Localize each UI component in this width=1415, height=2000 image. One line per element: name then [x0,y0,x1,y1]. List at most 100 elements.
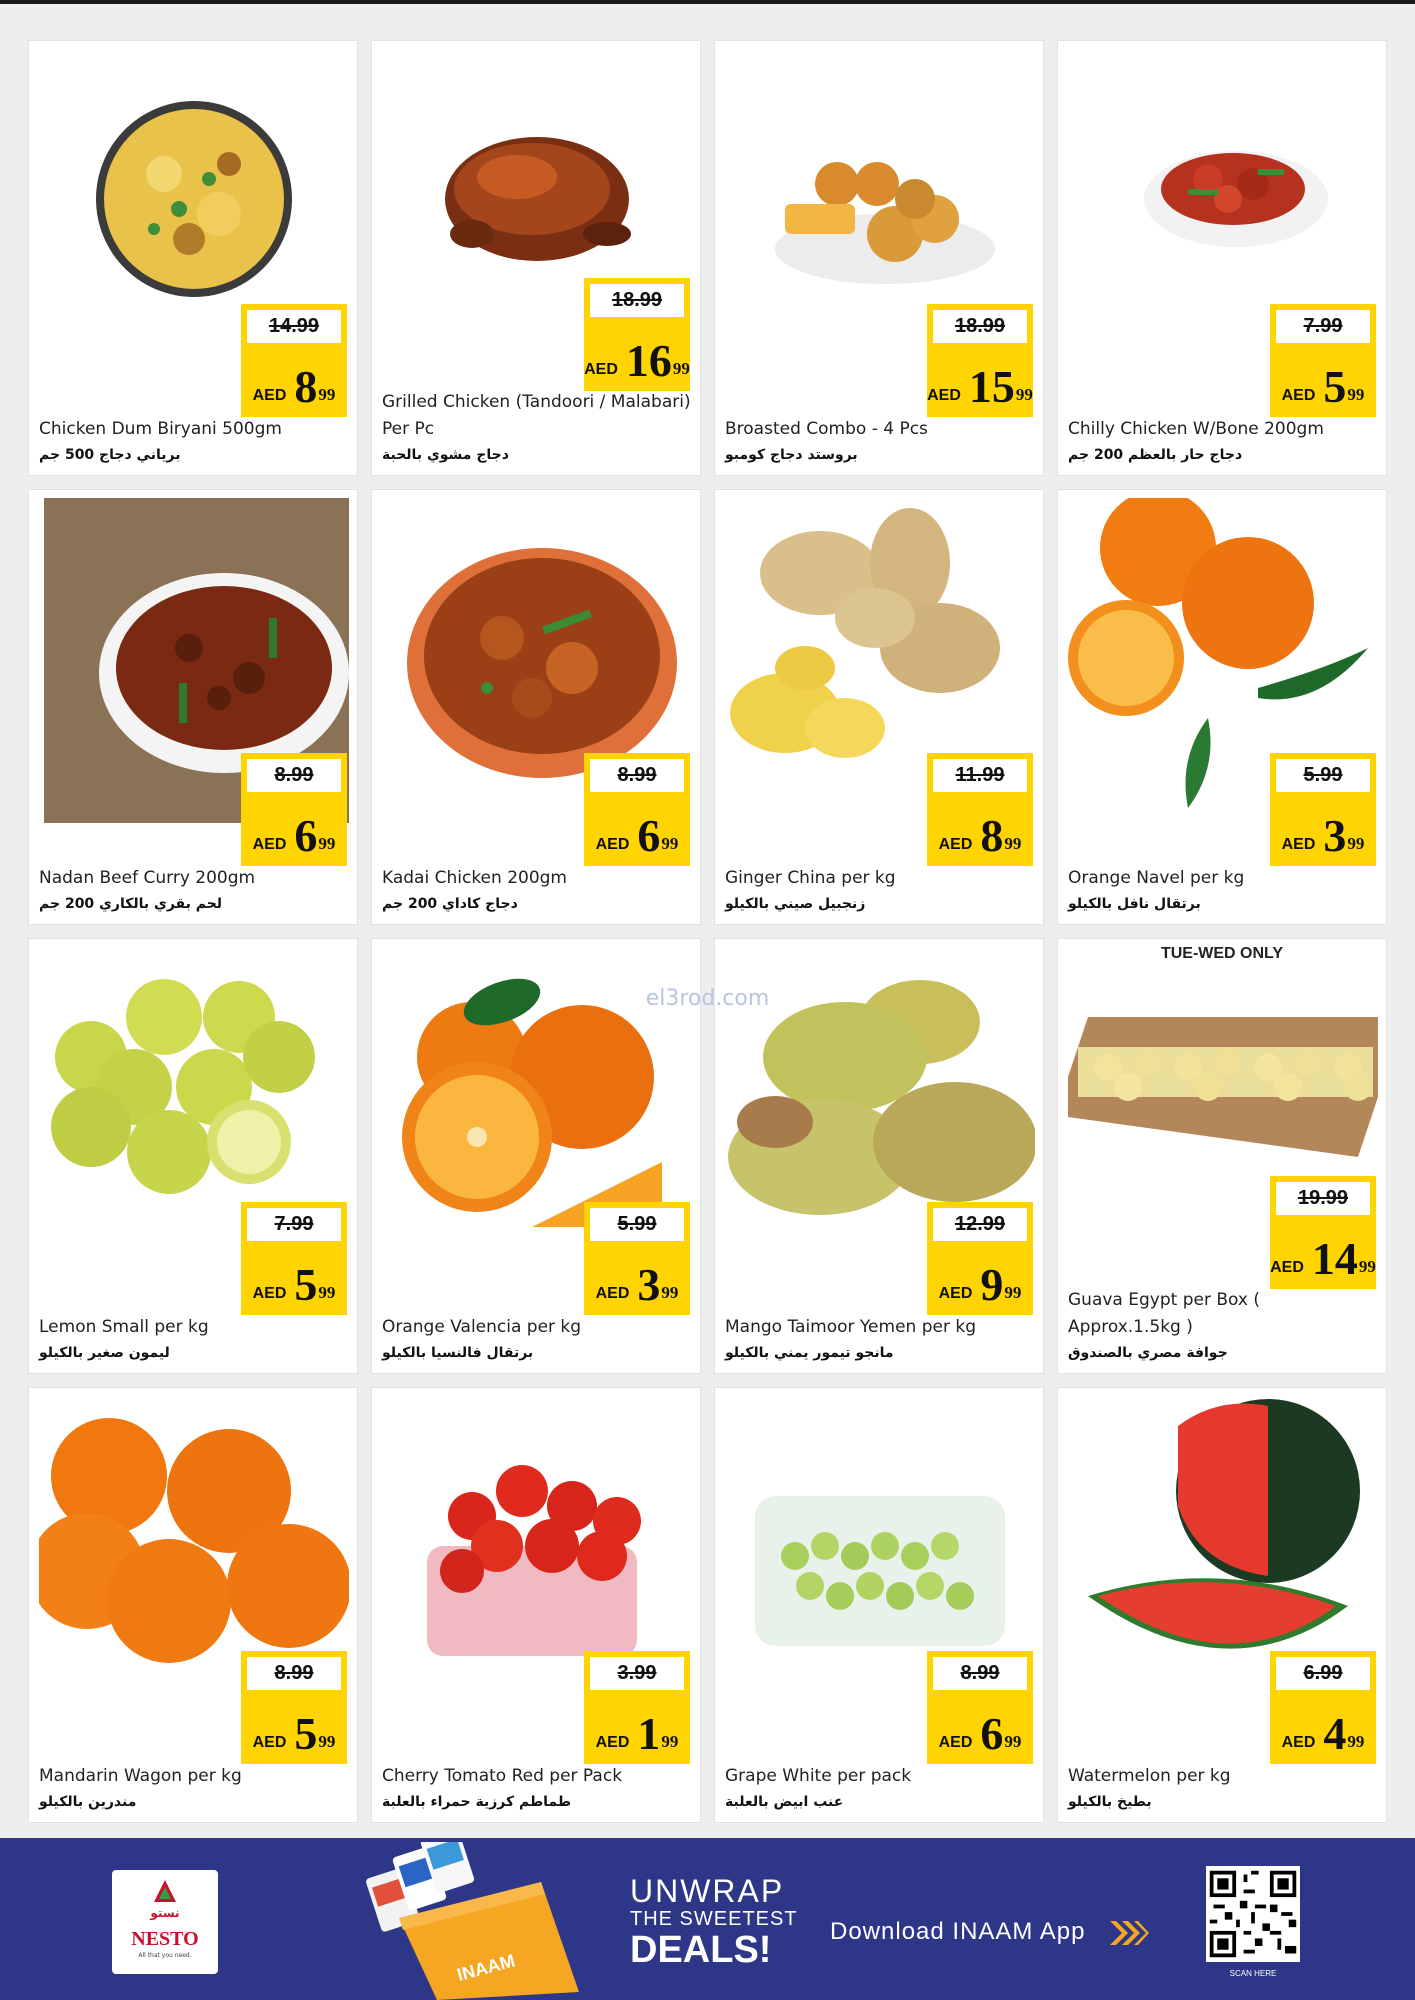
product-name-ar: طماطم كرزية حمراء بالعلبة [382,1794,572,1810]
price-tag: 12.99 AED 9 99 [927,1202,1033,1315]
product-name-en: Ginger China per kg [725,868,896,888]
price-integer: 5 [1323,361,1347,412]
new-price: AED 6 99 [241,813,347,859]
old-price: 3.99 [590,1657,684,1690]
old-price: 18.99 [933,310,1027,343]
top-border [0,0,1415,4]
promo-banner: نستو NESTO All that you need. INAAM UNWR… [0,1838,1415,2000]
price-decimal: 99 [318,1732,336,1751]
product-card[interactable]: 11.99 AED 8 99 Ginger China per kg زنجبيل صين… [714,489,1044,925]
product-name-ar: بطيخ بالكيلو [1068,1794,1152,1810]
product-card[interactable]: 7.99 AED 5 99 Chilly Chicken W/Bone 200gm دجا… [1057,40,1387,476]
product-name-en: Orange Valencia per kg [382,1317,582,1337]
product-names: Lemon Small per kg ليمون صغير بالكيلو [39,1314,349,1365]
product-name-ar: بروستد دجاج كومبو [725,447,858,463]
price-decimal: 99 [1015,385,1033,404]
new-price: AED 5 99 [241,1711,347,1757]
old-price: 14.99 [247,310,341,343]
currency-label: AED [927,387,961,404]
currency-label: AED [595,1734,630,1751]
currency-label: AED [938,1734,973,1751]
watermark: el3rod.com [645,986,770,1011]
product-name-ar: برياني دجاج 500 جم [39,447,181,463]
price-integer: 8 [294,361,318,412]
currency-label: AED [252,387,287,404]
old-price: 18.99 [590,284,684,317]
price-decimal: 99 [318,834,336,853]
product-name-en: Mango Taimoor Yemen per kg [725,1317,976,1337]
download-app-link[interactable]: Download INAAM App [830,1918,1085,1946]
old-price: 5.99 [1276,759,1370,792]
new-price: AED 8 99 [927,813,1033,859]
product-grid: 14.99 AED 8 99 Chicken Dum Biryani 500gm بريا… [28,40,1388,1823]
product-names: Grilled Chicken (Tandoori / Malabari) Pe… [382,389,692,467]
product-name-en: Chilly Chicken W/Bone 200gm [1068,419,1324,439]
new-price: AED 4 99 [1270,1708,1376,1759]
product-card[interactable]: 5.99 AED 3 99 Orange Navel per kg برتقال نافل… [1057,489,1387,925]
price-integer: 4 [1323,1708,1347,1759]
currency-label: AED [1281,836,1316,853]
product-names: Guava Egypt per Box ( Approx.1.5kg ) جواف… [1068,1287,1378,1365]
product-card[interactable]: 8.99 AED 5 99 Mandarin Wagon per kg مندرين با… [28,1387,358,1823]
product-name-en: Guava Egypt per Box ( Approx.1.5kg ) [1068,1290,1260,1337]
product-card[interactable]: 6.99 AED 4 99 Watermelon per kg بطيخ بالكيلو [1057,1387,1387,1823]
product-name-en: Orange Navel per kg [1068,868,1245,888]
price-integer: 3 [637,1259,661,1310]
product-card[interactable]: 14.99 AED 8 99 Chicken Dum Biryani 500gm بريا… [28,40,358,476]
nesto-logo[interactable]: نستو NESTO All that you need. [112,1870,218,1974]
new-price: AED 5 99 [1270,361,1376,412]
old-price: 7.99 [1276,310,1370,343]
product-names: Watermelon per kg بطيخ بالكيلو [1068,1763,1378,1814]
currency-label: AED [252,836,287,853]
price-integer: 6 [980,1708,1004,1759]
price-tag: 11.99 AED 8 99 [927,753,1033,866]
new-price: AED 5 99 [241,1262,347,1308]
product-name-ar: ليمون صغير بالكيلو [39,1345,170,1361]
old-price: 6.99 [1276,1657,1370,1690]
old-price: 7.99 [247,1208,341,1241]
logo-arabic-name: نستو [150,1906,180,1920]
product-names: Orange Valencia per kg برتقال فالنسيا بال… [382,1314,692,1365]
currency-label: AED [584,361,618,378]
price-decimal: 99 [318,1283,336,1302]
product-card[interactable]: 18.99 AED 15 99 Broasted Combo - 4 Pcs بروستد… [714,40,1044,476]
new-price: AED 14 99 [1270,1233,1376,1284]
price-tag: 5.99 AED 3 99 [584,1202,690,1315]
currency-label: AED [1281,387,1316,404]
price-tag: 18.99 AED 15 99 [927,304,1033,417]
headline-line-2: THE SWEETEST [630,1908,798,1930]
scan-here-label: SCAN HERE [1229,1969,1277,1978]
headline-line-1: UNWRAP [630,1873,785,1909]
price-decimal: 99 [661,834,679,853]
price-tag: 14.99 AED 8 99 [241,304,347,417]
double-chevron-right-icon [1110,1921,1149,1945]
new-price: AED 16 99 [584,338,690,384]
product-name-en: Grape White per pack [725,1766,912,1786]
old-price: 8.99 [247,1657,341,1690]
price-decimal: 99 [1004,1283,1022,1302]
price-tag: 19.99 AED 14 99 [1270,1176,1376,1289]
product-card[interactable]: 18.99 AED 16 99 Grilled Chicken (Tandoori / … [371,40,701,476]
product-card[interactable]: 8.99 AED 6 99 Grape White per pack عنب ابيض ب… [714,1387,1044,1823]
price-decimal: 99 [1347,1732,1365,1751]
currency-label: AED [595,836,630,853]
product-name-ar: مندرين بالكيلو [39,1794,137,1810]
product-card[interactable]: 8.99 AED 6 99 Kadai Chicken 200gm دجاج كاداي … [371,489,701,925]
price-tag: 8.99 AED 6 99 [241,753,347,866]
old-price: 19.99 [1276,1182,1370,1215]
price-integer: 14 [1311,1233,1358,1284]
price-tag: 8.99 AED 5 99 [241,1651,347,1764]
product-names: Chilly Chicken W/Bone 200gm دجاج حار بالع… [1068,416,1378,467]
product-card[interactable]: 3.99 AED 1 99 Cherry Tomato Red per Pack طماط… [371,1387,701,1823]
price-tag: 5.99 AED 3 99 [1270,753,1376,866]
product-name-en: Mandarin Wagon per kg [39,1766,242,1786]
product-card[interactable]: 8.99 AED 6 99 Nadan Beef Curry 200gm لحم بقري… [28,489,358,925]
price-tag: 7.99 AED 5 99 [1270,304,1376,417]
product-name-ar: جوافة مصري بالصندوق [1068,1345,1228,1361]
product-name-ar: دجاج كاداي 200 جم [382,896,518,912]
new-price: AED 6 99 [584,813,690,859]
qr-code[interactable] [1206,1866,1300,1962]
unwrap-headline: UNWRAP THE SWEETEST DEALS! [630,1874,798,1970]
product-name-en: Grilled Chicken (Tandoori / Malabari) Pe… [382,392,691,439]
product-name-ar: برتقال فالنسيا بالكيلو [382,1345,534,1361]
